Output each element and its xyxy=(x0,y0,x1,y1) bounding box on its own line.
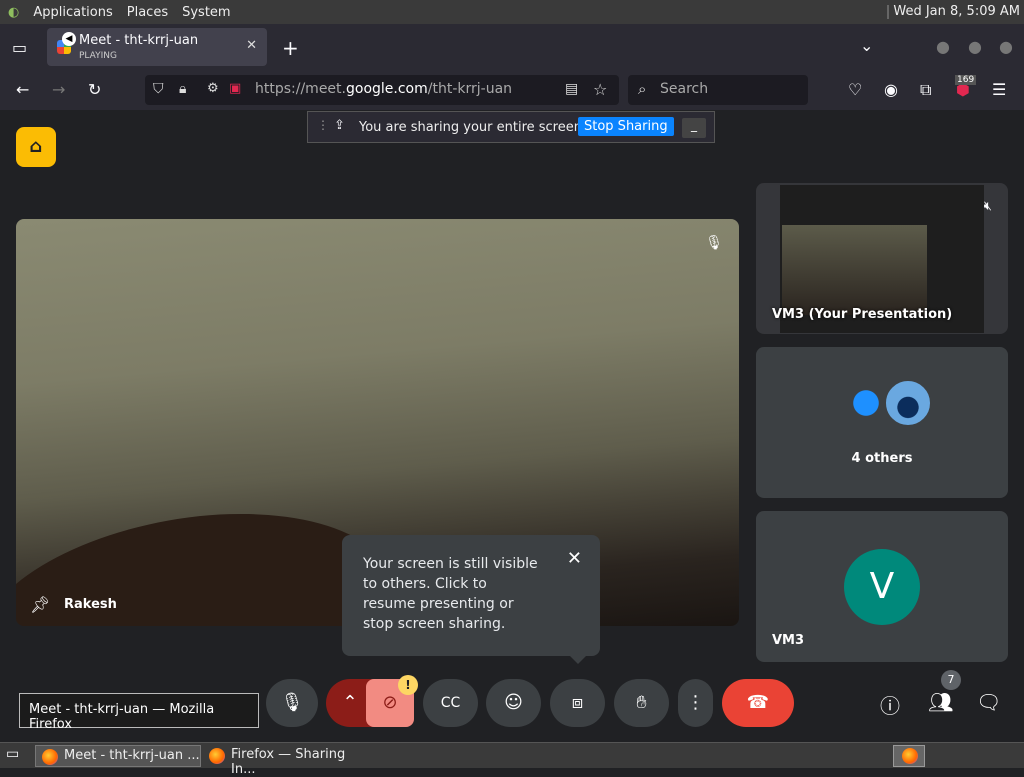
close-window-icon[interactable]: ● xyxy=(999,37,1013,56)
avatar xyxy=(844,381,888,425)
distro-icon[interactable]: ◐ xyxy=(8,5,19,20)
workspace-switcher[interactable] xyxy=(893,745,925,767)
participant-name: Rakesh xyxy=(64,597,117,612)
forward-icon[interactable]: → xyxy=(52,80,65,99)
captions-button[interactable]: CC xyxy=(423,679,478,727)
shield-icon[interactable]: ⛉ xyxy=(153,81,164,97)
tooltip-text: Your screen is still visible to others. … xyxy=(363,556,538,632)
account-icon[interactable]: ◉ xyxy=(884,80,898,99)
new-tab-icon[interactable]: + xyxy=(282,36,299,60)
menu-places[interactable]: Places xyxy=(127,5,168,20)
tooltip-arrow xyxy=(570,656,586,664)
menu-system[interactable]: System xyxy=(182,5,230,20)
pocket-icon[interactable]: ♡ xyxy=(848,80,862,99)
screen-share-indicator-icon[interactable]: ▣ xyxy=(229,81,241,96)
present-button[interactable]: ⧈ xyxy=(550,679,605,727)
presentation-tile[interactable]: 🔇︎ VM3 (Your Presentation) xyxy=(756,183,1008,334)
pin-icon[interactable]: 📌︎ xyxy=(30,595,50,614)
people-icon[interactable]: 👥︎ xyxy=(928,690,953,714)
screen-visible-tooltip: Your screen is still visible to others. … xyxy=(342,535,600,664)
participant-count-badge: 7 xyxy=(941,670,961,690)
window-title-tooltip: Meet - tht-krrj-uan — Mozilla Firefox xyxy=(19,693,259,732)
taskbar-item-meet[interactable]: Meet - tht-krrj-uan ... xyxy=(35,745,201,767)
clock[interactable]: Wed Jan 8, 5:09 AM xyxy=(893,4,1020,19)
more-options-button[interactable]: ⋮ xyxy=(678,679,713,727)
show-desktop-icon[interactable]: ▭ xyxy=(6,746,19,762)
screen-sharing-bar: ⋮ ⇪ You are sharing your entire screen. … xyxy=(307,111,715,143)
tab-close-icon[interactable]: ✕ xyxy=(246,38,257,53)
firefox-icon xyxy=(42,749,58,765)
reload-icon[interactable]: ↻ xyxy=(88,80,101,99)
hamburger-menu-icon[interactable]: ☰ xyxy=(992,80,1006,99)
others-label: 4 others xyxy=(851,451,913,466)
mic-muted-icon: 🎙︎ xyxy=(705,235,723,251)
back-icon[interactable]: ← xyxy=(16,80,29,99)
others-tile[interactable]: 4 others xyxy=(756,347,1008,498)
system-top-bar: ◐ Applications Places System Wed Jan 8, … xyxy=(0,0,1024,24)
raise-hand-button[interactable]: ✋︎ xyxy=(614,679,669,727)
url-text[interactable]: https://meet.google.com/tht-krrj-uan xyxy=(255,81,512,97)
browser-nav-bar: ← → ↻ ⛉ 🔒︎ ⚙ ▣ https://meet.google.com/t… xyxy=(0,70,1024,110)
search-icon: ⌕ xyxy=(638,80,647,98)
taskbar-item-label: Firefox — Sharing In... xyxy=(231,747,346,777)
minimize-icon[interactable]: ● xyxy=(936,37,950,56)
vm3-label: VM3 xyxy=(772,633,805,648)
emoji-button[interactable]: ☺ xyxy=(486,679,541,727)
taskbar: ▭ Meet - tht-krrj-uan ... Firefox — Shar… xyxy=(0,742,1024,777)
thumbnail-video xyxy=(782,225,927,315)
avatar xyxy=(884,379,932,427)
sharing-text: You are sharing your entire screen. xyxy=(359,120,587,135)
chevron-down-icon[interactable]: ⌄ xyxy=(860,36,873,55)
speaker-icon[interactable]: ◀ xyxy=(62,32,76,46)
muted-audio-icon: 🔇︎ xyxy=(983,199,992,214)
presentation-label: VM3 (Your Presentation) xyxy=(772,307,953,322)
minimize-bar-button[interactable]: _ xyxy=(682,118,706,138)
separator xyxy=(887,5,889,19)
firefox-icon xyxy=(209,748,225,764)
leave-call-button[interactable]: ☎ xyxy=(722,679,794,727)
maximize-icon[interactable]: ● xyxy=(968,37,982,56)
tab-overview-icon[interactable]: ▭ xyxy=(12,38,27,57)
tab-title: Meet - tht-krrj-uan xyxy=(79,33,199,48)
mic-button[interactable]: 🎙︎ xyxy=(266,679,318,727)
tab-meet[interactable]: ◀ Meet - tht-krrj-uan PLAYING ✕ xyxy=(47,28,267,66)
taskbar-item-label: Meet - tht-krrj-uan ... xyxy=(64,748,200,763)
stop-sharing-button[interactable]: Stop Sharing xyxy=(578,117,674,136)
warning-badge: ! xyxy=(398,675,418,695)
taskbar-item-sharing[interactable]: Firefox — Sharing In... xyxy=(203,745,373,777)
menu-applications[interactable]: Applications xyxy=(33,5,112,20)
search-input[interactable]: ⌕ Search xyxy=(628,75,808,105)
share-screen-icon: ⇪ xyxy=(334,118,345,133)
meet-logo: ⌂ xyxy=(16,127,56,167)
tab-subtitle: PLAYING xyxy=(79,51,117,61)
firefox-icon xyxy=(902,748,918,764)
bookmark-star-icon[interactable]: ☆ xyxy=(593,80,607,99)
permissions-icon[interactable]: ⚙ xyxy=(207,81,219,96)
close-icon[interactable]: ✕ xyxy=(567,549,582,569)
vm3-tile[interactable]: V VM3 xyxy=(756,511,1008,662)
drag-handle-icon[interactable]: ⋮ xyxy=(317,118,329,132)
extension-badge: 169 xyxy=(955,75,977,85)
info-icon[interactable]: ⓘ xyxy=(880,690,900,719)
avatar: V xyxy=(844,549,920,625)
system-menu: ◐ Applications Places System xyxy=(8,5,231,20)
extensions-icon[interactable]: ⧉ xyxy=(920,80,931,100)
search-placeholder: Search xyxy=(660,81,709,97)
url-bar[interactable]: ⛉ 🔒︎ ⚙ ▣ https://meet.google.com/tht-krr… xyxy=(145,75,619,105)
lock-icon[interactable]: 🔒︎ xyxy=(179,81,186,97)
chat-icon[interactable]: 🗨︎ xyxy=(976,690,1001,714)
browser-tab-bar: ▭ ◀ Meet - tht-krrj-uan PLAYING ✕ + ⌄ ● … xyxy=(0,24,1024,70)
reader-view-icon[interactable]: ▤ xyxy=(565,81,578,97)
